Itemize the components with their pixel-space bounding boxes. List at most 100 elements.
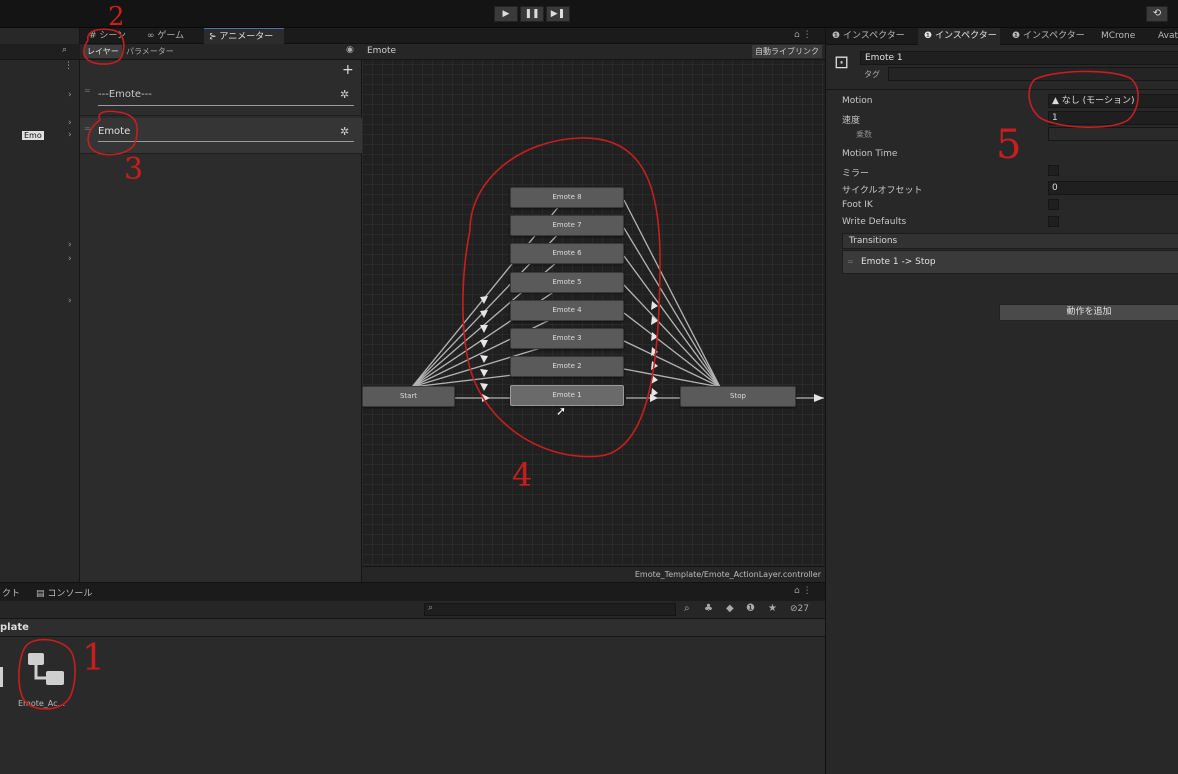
drag-handle-icon[interactable]: = (847, 257, 854, 266)
tab-parameters[interactable]: パラメーター (126, 46, 174, 57)
layer-row[interactable]: = ---Emote--- ✲ (80, 80, 362, 116)
tab-animator[interactable]: ⊱ アニメーター (204, 28, 284, 44)
state-emote-1[interactable]: Emote 1 (510, 385, 624, 406)
tag-field[interactable] (888, 67, 1178, 81)
hierarchy-search[interactable] (0, 44, 80, 60)
state-emote-7[interactable]: Emote 7 (510, 215, 624, 236)
state-emote-5[interactable]: Emote 5 (510, 272, 624, 293)
arrow-icon (480, 369, 488, 377)
hidden-count[interactable]: ⊘27 (790, 604, 809, 614)
chevron-right-icon[interactable]: › (68, 90, 72, 100)
speed-field[interactable]: 1 (1048, 111, 1178, 125)
motion-label: Motion (842, 96, 873, 106)
arrow-icon (480, 340, 488, 348)
state-emote-8[interactable]: Emote 8 (510, 187, 624, 208)
mirror-checkbox[interactable] (1048, 165, 1059, 176)
state-emote-4[interactable]: Emote 4 (510, 300, 624, 321)
eye-off-icon: ⊘ (790, 604, 798, 614)
pause-button[interactable]: ❚❚ (520, 6, 544, 22)
gear-icon[interactable]: ✲ (340, 125, 349, 138)
chevron-right-icon[interactable]: › (68, 240, 72, 250)
tab-mcrone[interactable]: MCrone (1101, 28, 1135, 45)
object-name-field[interactable]: Emote 1 (860, 51, 1178, 65)
annotation-number-5: 5 (996, 122, 1022, 168)
play-button[interactable]: ▶ (494, 6, 518, 22)
annotation-number-4: 4 (512, 456, 533, 494)
tab-inspector-2[interactable]: ❶ インスペクター (918, 28, 1000, 45)
state-stop[interactable]: Stop (680, 386, 796, 407)
filter-type-icon[interactable]: ♣ (704, 603, 713, 614)
folder-breadcrumb: plate (0, 619, 825, 637)
transition-item[interactable]: = Emote 1 -> Stop (842, 250, 1178, 274)
state-emote-6[interactable]: Emote 6 (510, 243, 624, 264)
motion-field[interactable]: ▲ なし (モーション) (1048, 94, 1178, 108)
menu-icon[interactable]: ⋮ (64, 61, 73, 71)
layers-tab-bar: レイヤー パラメーター ◉ (80, 44, 362, 60)
transitions-header: Transitions (842, 233, 1178, 249)
divider (826, 89, 1178, 90)
arrow-icon (651, 375, 658, 384)
multiplier-field[interactable] (1048, 127, 1178, 141)
step-button[interactable]: ▶❚ (546, 6, 570, 22)
transition-line (623, 227, 721, 388)
chevron-right-icon[interactable]: › (68, 130, 72, 140)
mouse-cursor-icon: ➚ (556, 404, 567, 418)
chevron-right-icon[interactable]: › (68, 296, 72, 306)
chevron-right-icon[interactable]: › (68, 254, 72, 264)
chevron-right-icon[interactable]: › (68, 118, 72, 128)
star-icon[interactable]: ★ (768, 603, 777, 614)
layer-row-selected[interactable]: = Emote ✲ (80, 118, 362, 154)
gear-icon[interactable]: ✲ (340, 88, 349, 101)
animator-controller-asset[interactable] (22, 647, 70, 695)
mirror-label: ミラー (842, 169, 870, 179)
history-icon[interactable]: ⟲ (1146, 6, 1168, 22)
write-defaults-checkbox[interactable] (1048, 216, 1059, 227)
state-start[interactable]: Start (362, 386, 455, 407)
annotation-number-3: 3 (124, 152, 144, 187)
drag-handle-icon[interactable]: = (84, 124, 91, 133)
project-panel: クト ▤ コンソール ⌂ ⋮ ⌕ ⌕ ♣ ◆ ❶ ★ ⊘27 plate Emo… (0, 582, 825, 774)
project-search-input[interactable]: ⌕ (424, 603, 676, 616)
tab-project[interactable]: クト (2, 586, 20, 599)
foot-ik-checkbox[interactable] (1048, 199, 1059, 210)
lock-icon[interactable]: ⌂ ⋮ (794, 30, 812, 40)
search-scope-icon[interactable]: ⌕ (684, 603, 690, 614)
eye-icon[interactable]: ◉ (346, 45, 354, 55)
transition-line (623, 312, 721, 388)
console-icon: ▤ (36, 589, 45, 599)
asset-partial-icon[interactable] (0, 667, 3, 687)
tab-inspector-1[interactable]: ❶ インスペクター (832, 28, 905, 45)
arrow-icon (651, 361, 658, 370)
cycle-offset-field[interactable]: 0 (1048, 181, 1178, 195)
cycle-offset-label: サイクルオフセット (842, 186, 923, 196)
drag-handle-icon[interactable]: = (84, 86, 91, 95)
info-icon[interactable]: ❶ (746, 603, 755, 614)
info-icon: ❶ (924, 31, 933, 41)
lock-icon[interactable]: ⌂ ⋮ (794, 586, 812, 596)
label-icon[interactable]: ◆ (726, 603, 734, 614)
layer-weight-bar (98, 105, 354, 106)
tab-game[interactable]: ∞ ゲーム (142, 28, 189, 44)
tab-avatar[interactable]: Avat (1158, 28, 1178, 45)
grid-icon: # (89, 31, 97, 41)
add-layer-button[interactable]: + (342, 62, 354, 78)
state-emote-3[interactable]: Emote 3 (510, 328, 624, 349)
tab-console[interactable]: ▤ コンソール (36, 586, 92, 599)
controller-path: Emote_Template/Emote_ActionLayer.control… (634, 570, 821, 579)
state-icon: ⊡ (834, 52, 850, 73)
annotation-number-2: 2 (108, 2, 125, 32)
hierarchy-item[interactable]: Emo (22, 131, 44, 140)
tab-inspector-3[interactable]: ❶ インスペクター (1012, 28, 1085, 45)
folder-title[interactable]: plate (0, 622, 29, 633)
state-emote-2[interactable]: Emote 2 (510, 356, 624, 377)
project-tab-bar: クト ▤ コンソール ⌂ ⋮ (0, 583, 825, 601)
animator-graph[interactable]: Emote 自動ライブリンク Start Stop Emote 8 Emote … (362, 44, 825, 582)
add-behaviour-button[interactable]: 動作を追加 (999, 304, 1178, 321)
gamepad-icon: ∞ (147, 31, 155, 41)
arrow-icon (814, 394, 824, 402)
graph-footer: Emote_Template/Emote_ActionLayer.control… (362, 566, 825, 582)
info-icon: ❶ (1012, 31, 1021, 41)
layer-name: Emote (98, 126, 131, 137)
search-icon[interactable]: ⌕ (62, 45, 67, 55)
tab-layers[interactable]: レイヤー (84, 45, 122, 58)
